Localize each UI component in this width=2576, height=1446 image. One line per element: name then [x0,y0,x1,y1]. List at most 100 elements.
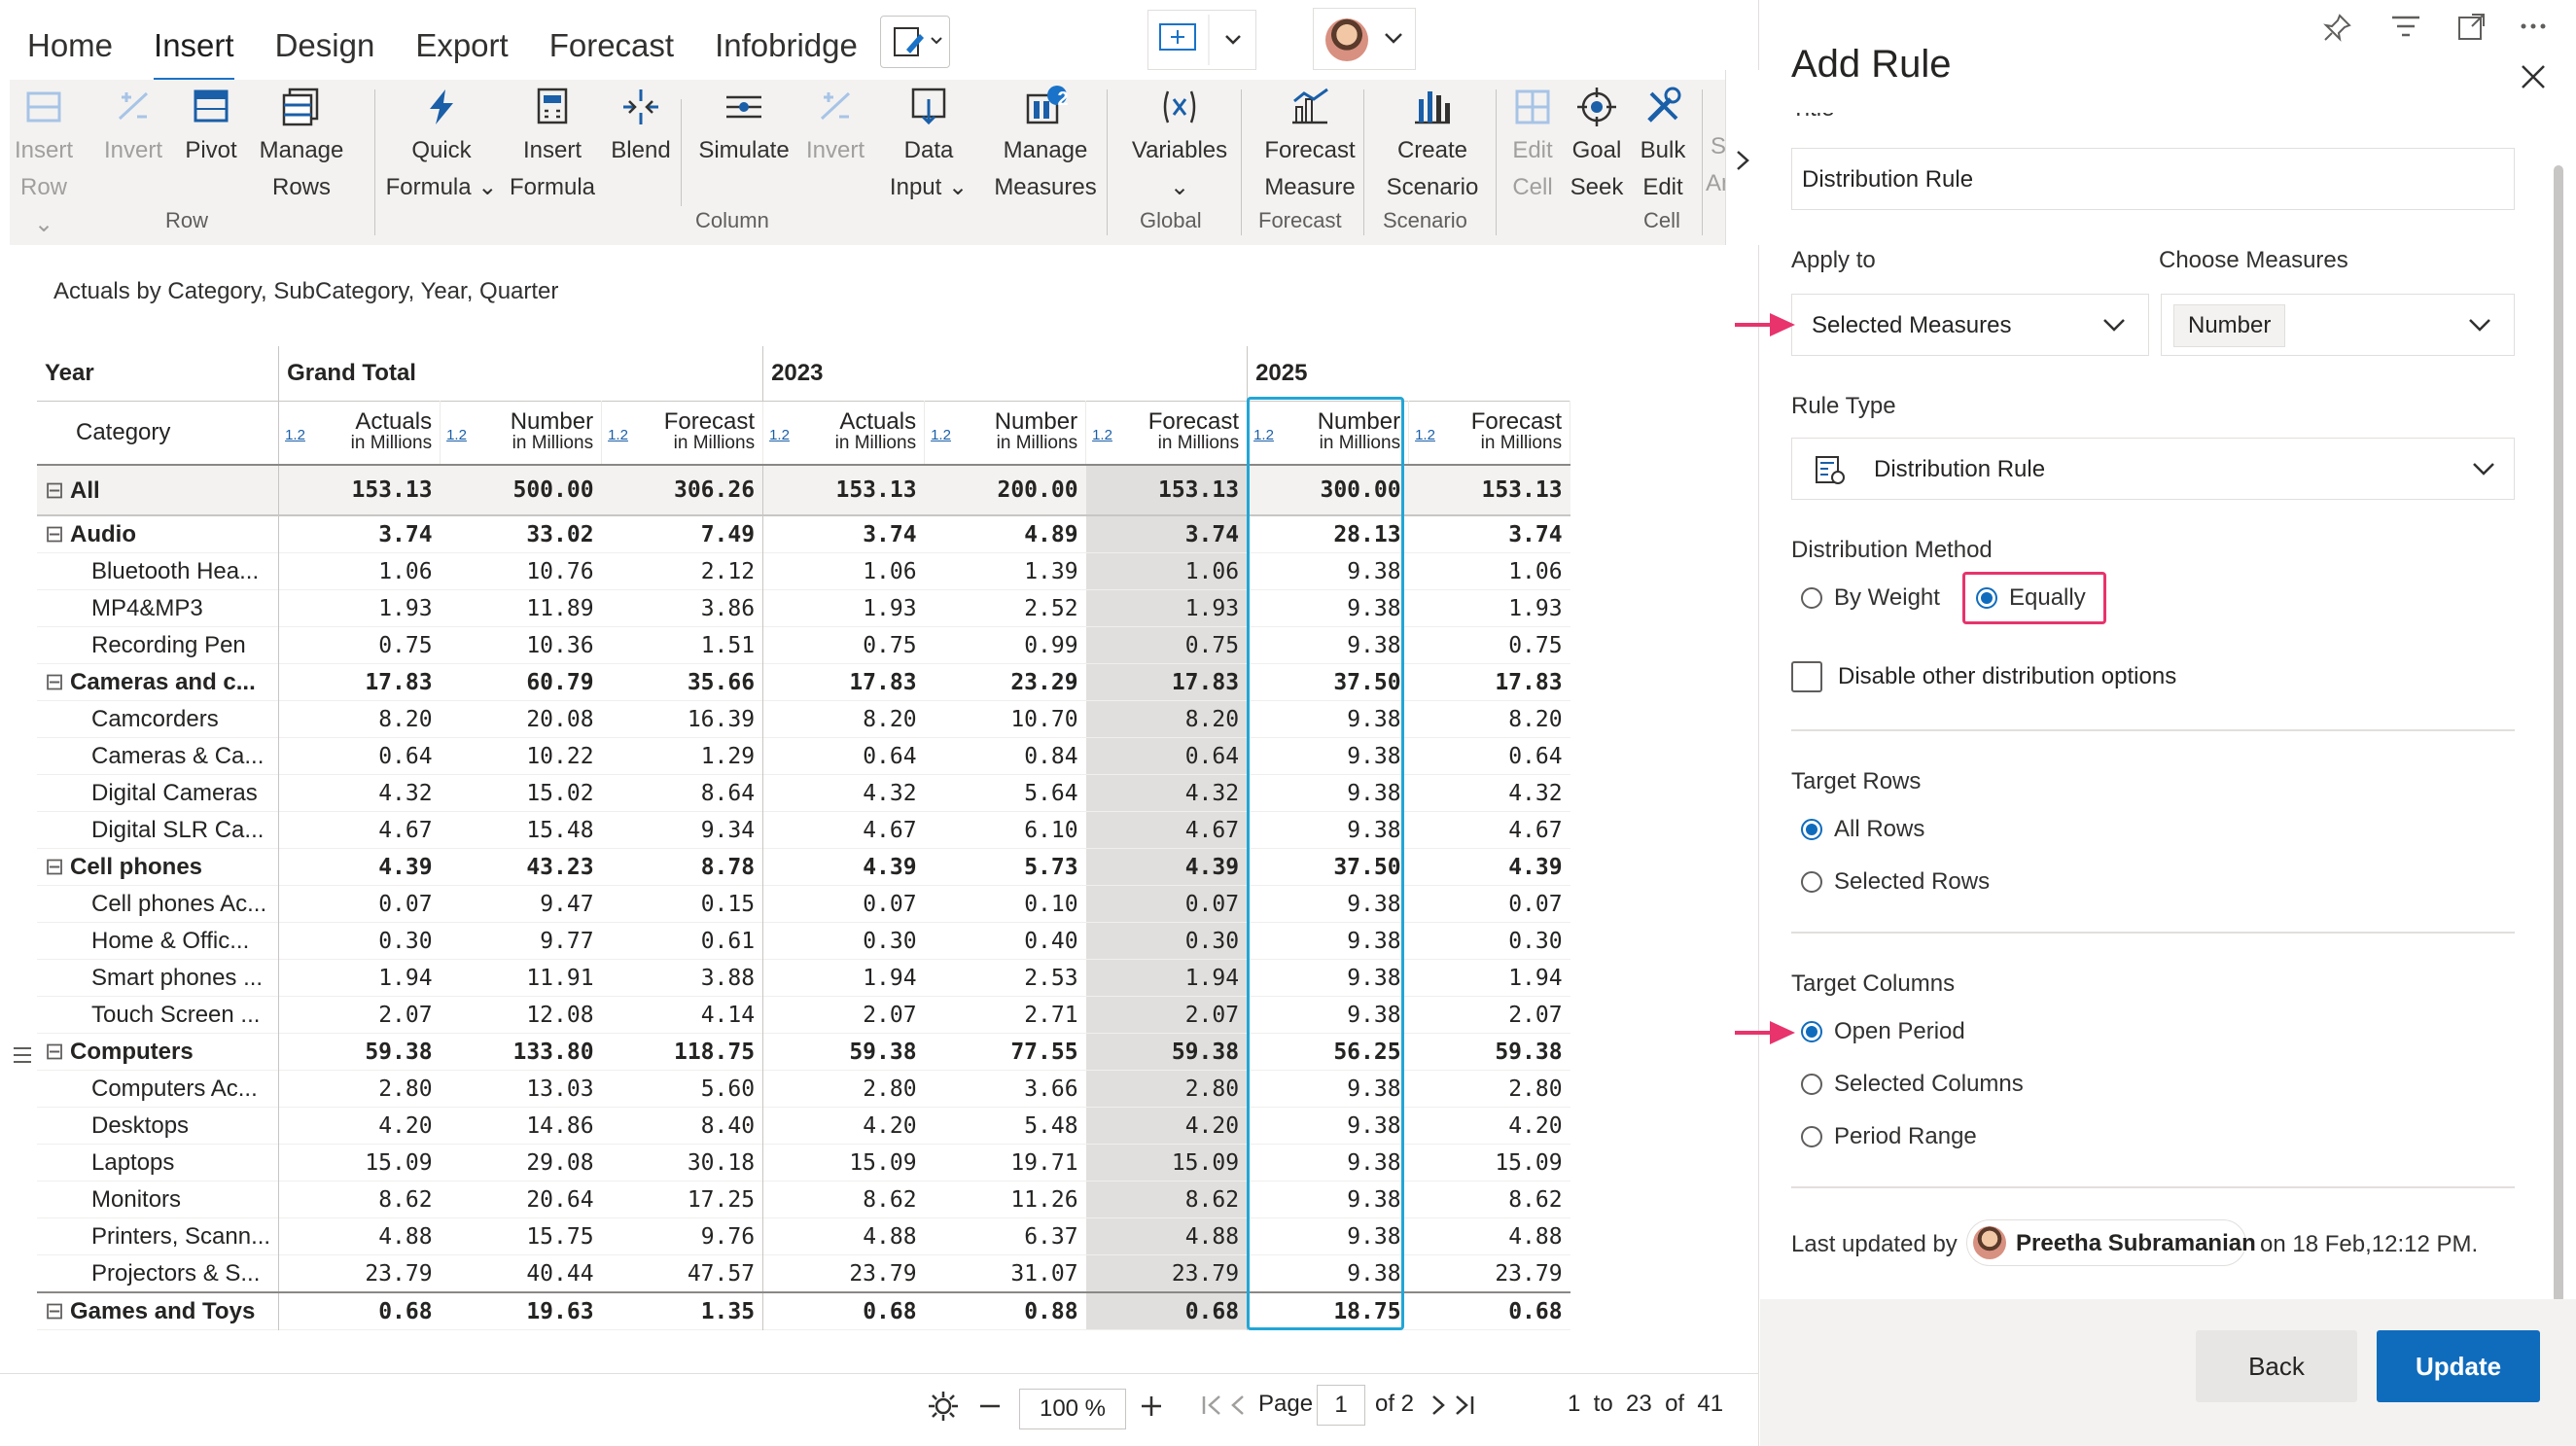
table-cell[interactable]: 306.26 [602,465,763,515]
table-cell[interactable]: 1.93 [1409,590,1570,627]
manage-rows-button[interactable]: Manage Rows [253,86,350,206]
table-cell[interactable]: 1.06 [278,552,441,590]
collapse-icon[interactable]: ⊟ [45,1038,70,1066]
table-cell[interactable]: 7.49 [602,515,763,553]
row-header[interactable]: Computers Ac... [37,1070,280,1108]
table-cell[interactable]: 0.07 [278,885,441,923]
table-cell[interactable]: 19.63 [441,1292,602,1330]
row-header[interactable]: Printers, Scann... [37,1217,280,1255]
table-cell[interactable]: 15.75 [441,1218,602,1255]
table-cell[interactable]: 10.76 [441,553,602,590]
disable-options-label[interactable]: Disable other distribution options [1838,663,2176,690]
table-cell[interactable]: 500.00 [441,465,602,515]
table-cell[interactable]: 14.86 [441,1108,602,1145]
rule-type-dropdown[interactable]: Distribution Rule [1791,438,2515,500]
table-cell[interactable]: 17.83 [762,663,925,701]
table-cell[interactable]: 8.20 [278,700,441,738]
by-weight-radio[interactable] [1801,587,1822,609]
table-cell[interactable]: 1.29 [602,738,763,775]
table-cell[interactable]: 9.38 [1247,885,1409,923]
table-cell[interactable]: 8.78 [602,849,763,886]
table-cell[interactable]: 2.07 [762,996,925,1034]
table-cell[interactable]: 8.40 [602,1108,763,1145]
table-cell[interactable]: 9.38 [1247,626,1409,664]
table-cell[interactable]: 59.38 [278,1033,441,1071]
table-cell[interactable]: 5.60 [602,1071,763,1108]
measure-chip[interactable]: Number [2173,304,2286,347]
table-row[interactable]: ⊟ Cameras and c... 17.83 60.79 35.66 17.83 23.… [37,663,1570,701]
quick-formula-button[interactable]: Quick Formula ⌄ [379,86,504,206]
table-cell[interactable]: 0.10 [925,886,1086,923]
table-cell[interactable]: 20.64 [441,1181,602,1218]
forecast-measure-button[interactable]: Forecast Measure [1247,86,1373,206]
row-header[interactable]: Cell phones Ac... [37,885,280,923]
invert-row-button[interactable]: Invert [99,86,167,169]
table-cell[interactable]: 9.38 [1247,700,1409,738]
create-scenario-button[interactable]: Create Scenario [1371,86,1494,206]
table-cell[interactable]: 1.93 [1085,589,1248,627]
scale-tag[interactable]: 1.2 [608,425,628,446]
table-row[interactable]: Printers, Scann... 4.88 15.75 9.76 4.88 6.37 4… [37,1217,1570,1255]
table-cell[interactable]: 0.88 [925,1292,1086,1330]
table-row[interactable]: Monitors 8.62 20.64 17.25 8.62 11.26 8.62 9.38 8… [37,1181,1570,1218]
open-period-label[interactable]: Open Period [1834,1018,1965,1045]
table-cell[interactable]: 9.38 [1247,552,1409,590]
table-cell[interactable]: 9.38 [1247,811,1409,849]
row-header[interactable]: Touch Screen ... [37,996,280,1034]
tab-infobridge[interactable]: Infobridge [715,21,877,76]
scale-tag[interactable]: 1.2 [769,425,790,446]
table-cell[interactable]: 2.71 [925,997,1086,1034]
bulk-edit-button[interactable]: Bulk Edit [1630,86,1696,206]
period-range-label[interactable]: Period Range [1834,1123,1977,1150]
table-cell[interactable]: 0.07 [1085,885,1248,923]
table-cell[interactable]: 118.75 [602,1034,763,1071]
table-cell[interactable]: 9.38 [1247,959,1409,997]
table-cell[interactable]: 1.35 [602,1292,763,1330]
table-cell[interactable]: 0.64 [762,737,925,775]
table-cell[interactable]: 9.34 [602,812,763,849]
table-cell[interactable]: 0.40 [925,923,1086,960]
table-cell[interactable]: 0.75 [1409,627,1570,664]
insert-row-button[interactable]: Insert Row ⌄ [10,86,78,243]
table-cell[interactable]: 23.29 [925,664,1086,701]
year-group-header[interactable]: 2023 [762,346,1248,401]
table-cell[interactable]: 8.62 [762,1181,925,1218]
table-cell[interactable]: 200.00 [925,465,1086,515]
table-row[interactable]: ⊟ Audio 3.74 33.02 7.49 3.74 4.89 3.74 28.13 3.74 [37,515,1570,553]
scale-tag[interactable]: 1.2 [1415,425,1435,446]
table-cell[interactable]: 23.79 [762,1254,925,1292]
zoom-in-icon[interactable] [1138,1393,1165,1420]
table-cell[interactable]: 5.48 [925,1108,1086,1145]
scale-tag[interactable]: 1.2 [1092,425,1112,446]
tab-insert[interactable]: Insert [154,21,254,82]
table-cell[interactable]: 60.79 [441,664,602,701]
table-cell[interactable]: 4.20 [1409,1108,1570,1145]
table-cell[interactable]: 9.76 [602,1218,763,1255]
table-cell[interactable]: 4.88 [762,1217,925,1255]
table-row[interactable]: Bluetooth Hea... 1.06 10.76 2.12 1.06 1.39 1.0… [37,552,1570,590]
table-cell[interactable]: 3.88 [602,960,763,997]
table-cell[interactable]: 8.64 [602,775,763,812]
table-cell[interactable]: 4.39 [762,848,925,886]
table-cell[interactable]: 17.83 [1085,663,1248,701]
collapse-icon[interactable]: ⊟ [45,1297,70,1325]
table-cell[interactable]: 0.64 [1085,737,1248,775]
table-cell[interactable]: 4.20 [278,1107,441,1145]
table-row[interactable]: Projectors & S... 23.79 40.44 47.57 23.79 31.… [37,1254,1570,1292]
tab-home[interactable]: Home [27,21,132,76]
row-header[interactable]: ⊟ Games and Toys [37,1292,280,1330]
table-cell[interactable]: 15.02 [441,775,602,812]
table-cell[interactable]: 17.83 [278,663,441,701]
table-row[interactable]: Cell phones Ac... 0.07 9.47 0.15 0.07 0.10 0.0… [37,885,1570,923]
table-cell[interactable]: 8.62 [278,1181,441,1218]
selected-columns-label[interactable]: Selected Columns [1834,1071,2024,1098]
variables-button[interactable]: Variables ⌄ [1113,86,1246,206]
panel-scrollbar[interactable] [2554,165,2563,1303]
table-cell[interactable]: 0.99 [925,627,1086,664]
table-cell[interactable]: 0.30 [1085,922,1248,960]
table-cell[interactable]: 5.73 [925,849,1086,886]
selected-rows-label[interactable]: Selected Rows [1834,868,1990,896]
table-cell[interactable]: 43.23 [441,849,602,886]
table-cell[interactable]: 4.32 [1409,775,1570,812]
table-cell[interactable]: 4.67 [1085,811,1248,849]
